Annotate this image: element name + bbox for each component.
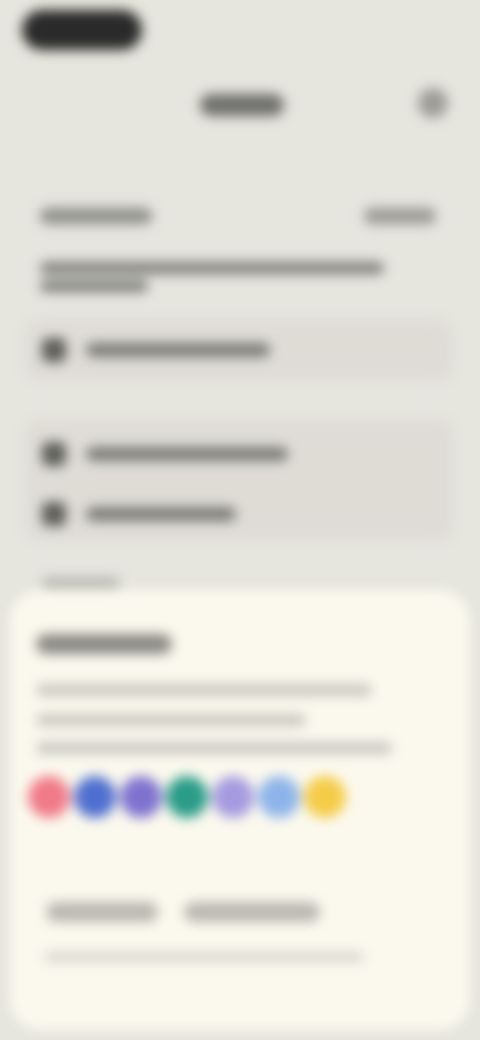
footer-note	[42, 578, 120, 588]
color-swatch-red[interactable]	[28, 776, 70, 818]
app-screen	[0, 0, 480, 1040]
section-action-link[interactable]	[364, 208, 436, 224]
list-group	[26, 420, 452, 540]
section-label	[40, 208, 152, 224]
confirm-button[interactable]	[184, 902, 320, 922]
sheet-text-line-2	[36, 714, 306, 726]
copy-icon[interactable]	[42, 502, 66, 526]
list-item-label[interactable]	[86, 447, 288, 461]
sheet-text-line-1	[36, 684, 372, 696]
color-swatch-yellow[interactable]	[304, 776, 346, 818]
bottom-sheet	[10, 590, 470, 1030]
settings-icon[interactable]	[418, 88, 448, 118]
sheet-title	[36, 634, 172, 654]
lock-icon	[42, 338, 66, 362]
color-swatch-row	[28, 776, 346, 818]
cancel-button[interactable]	[46, 902, 158, 922]
color-swatch-light-blue[interactable]	[258, 776, 300, 818]
sheet-footer-text	[44, 952, 364, 962]
color-swatch-lavender[interactable]	[212, 776, 254, 818]
list-item-label[interactable]	[86, 507, 236, 521]
link-icon[interactable]	[42, 442, 66, 466]
status-pill	[22, 10, 142, 50]
page-title	[200, 94, 284, 116]
color-swatch-blue[interactable]	[74, 776, 116, 818]
list-item-label	[86, 343, 270, 357]
color-swatch-violet[interactable]	[120, 776, 162, 818]
sheet-text-line-3	[36, 742, 392, 754]
list-item[interactable]	[26, 320, 452, 380]
color-swatch-teal[interactable]	[166, 776, 208, 818]
description-line-1	[40, 262, 384, 274]
description-line-2	[40, 280, 148, 292]
